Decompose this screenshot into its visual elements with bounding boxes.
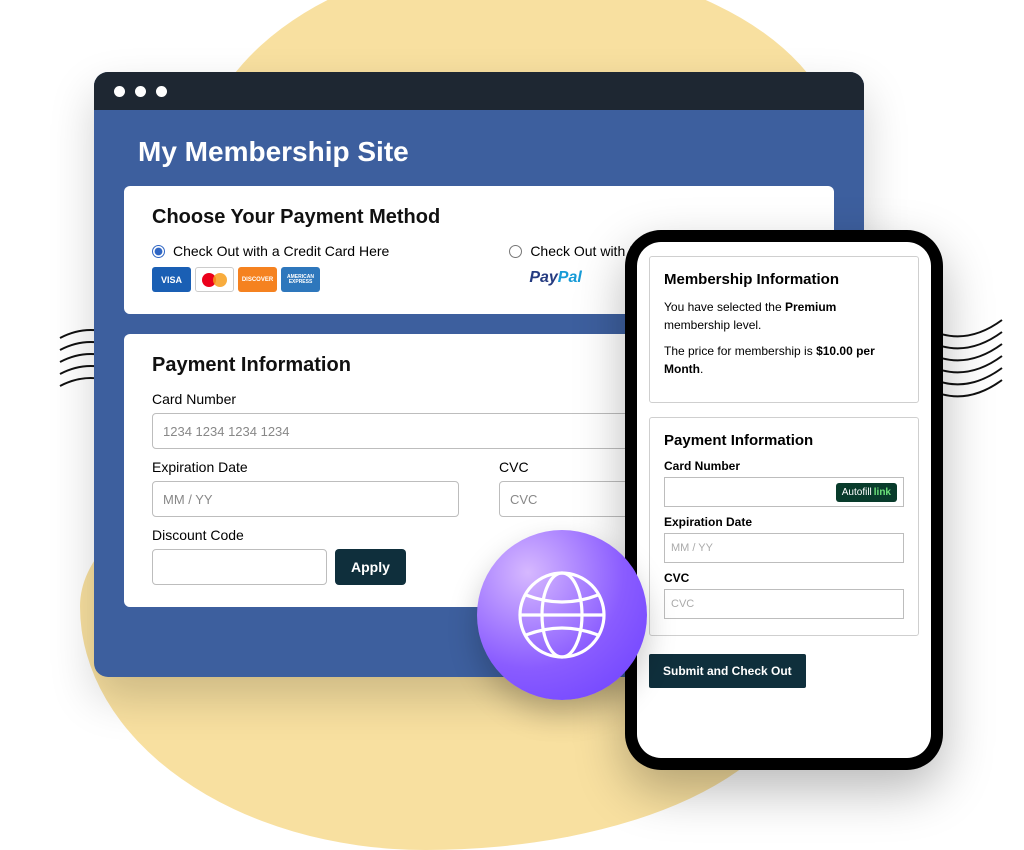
discover-icon: DISCOVER [238, 267, 277, 292]
mobile-payment-info-card: Payment Information Card Number Autofill… [649, 417, 919, 636]
radio-paypal-input[interactable] [509, 245, 522, 258]
globe-badge [477, 530, 647, 700]
mobile-card-number-field[interactable]: Autofilllink [664, 477, 904, 507]
mobile-autofill-badge[interactable]: Autofilllink [836, 483, 897, 502]
mobile-cvc-input[interactable] [671, 598, 897, 610]
membership-info-heading: Membership Information [664, 271, 904, 288]
phone-frame: Membership Information You have selected… [625, 230, 943, 770]
membership-price-text: The price for membership is $10.00 per M… [664, 342, 904, 378]
phone-screen: Membership Information You have selected… [637, 242, 931, 758]
membership-selected-text: You have selected the Premium membership… [664, 298, 904, 334]
mastercard-icon [195, 267, 234, 292]
mobile-expiration-field[interactable] [664, 533, 904, 563]
card-logos: VISA DISCOVER AMERICAN EXPRESS [152, 267, 389, 292]
window-dot [156, 86, 167, 97]
membership-info-card: Membership Information You have selected… [649, 256, 919, 403]
discount-input[interactable] [163, 560, 316, 575]
window-dot [114, 86, 125, 97]
mobile-payment-heading: Payment Information [664, 432, 904, 449]
site-title: My Membership Site [94, 110, 864, 186]
payment-method-heading: Choose Your Payment Method [152, 206, 806, 229]
visa-icon: VISA [152, 267, 191, 292]
expiration-label: Expiration Date [152, 459, 459, 475]
mobile-card-number-label: Card Number [664, 459, 904, 473]
mobile-cvc-label: CVC [664, 571, 904, 585]
submit-checkout-button[interactable]: Submit and Check Out [649, 654, 806, 688]
mobile-expiration-label: Expiration Date [664, 515, 904, 529]
mobile-cvc-field[interactable] [664, 589, 904, 619]
mobile-expiration-input[interactable] [671, 542, 897, 554]
radio-credit-card-label: Check Out with a Credit Card Here [173, 243, 389, 259]
amex-icon: AMERICAN EXPRESS [281, 267, 320, 292]
browser-titlebar [94, 72, 864, 110]
expiration-input[interactable] [163, 492, 448, 507]
mobile-card-number-input[interactable] [671, 486, 836, 498]
discount-field[interactable] [152, 549, 327, 585]
method-credit-card: Check Out with a Credit Card Here VISA D… [152, 243, 389, 292]
radio-credit-card[interactable]: Check Out with a Credit Card Here [152, 243, 389, 259]
globe-icon [512, 565, 612, 665]
window-dot [135, 86, 146, 97]
radio-credit-card-input[interactable] [152, 245, 165, 258]
expiration-field[interactable] [152, 481, 459, 517]
apply-button[interactable]: Apply [335, 549, 406, 585]
